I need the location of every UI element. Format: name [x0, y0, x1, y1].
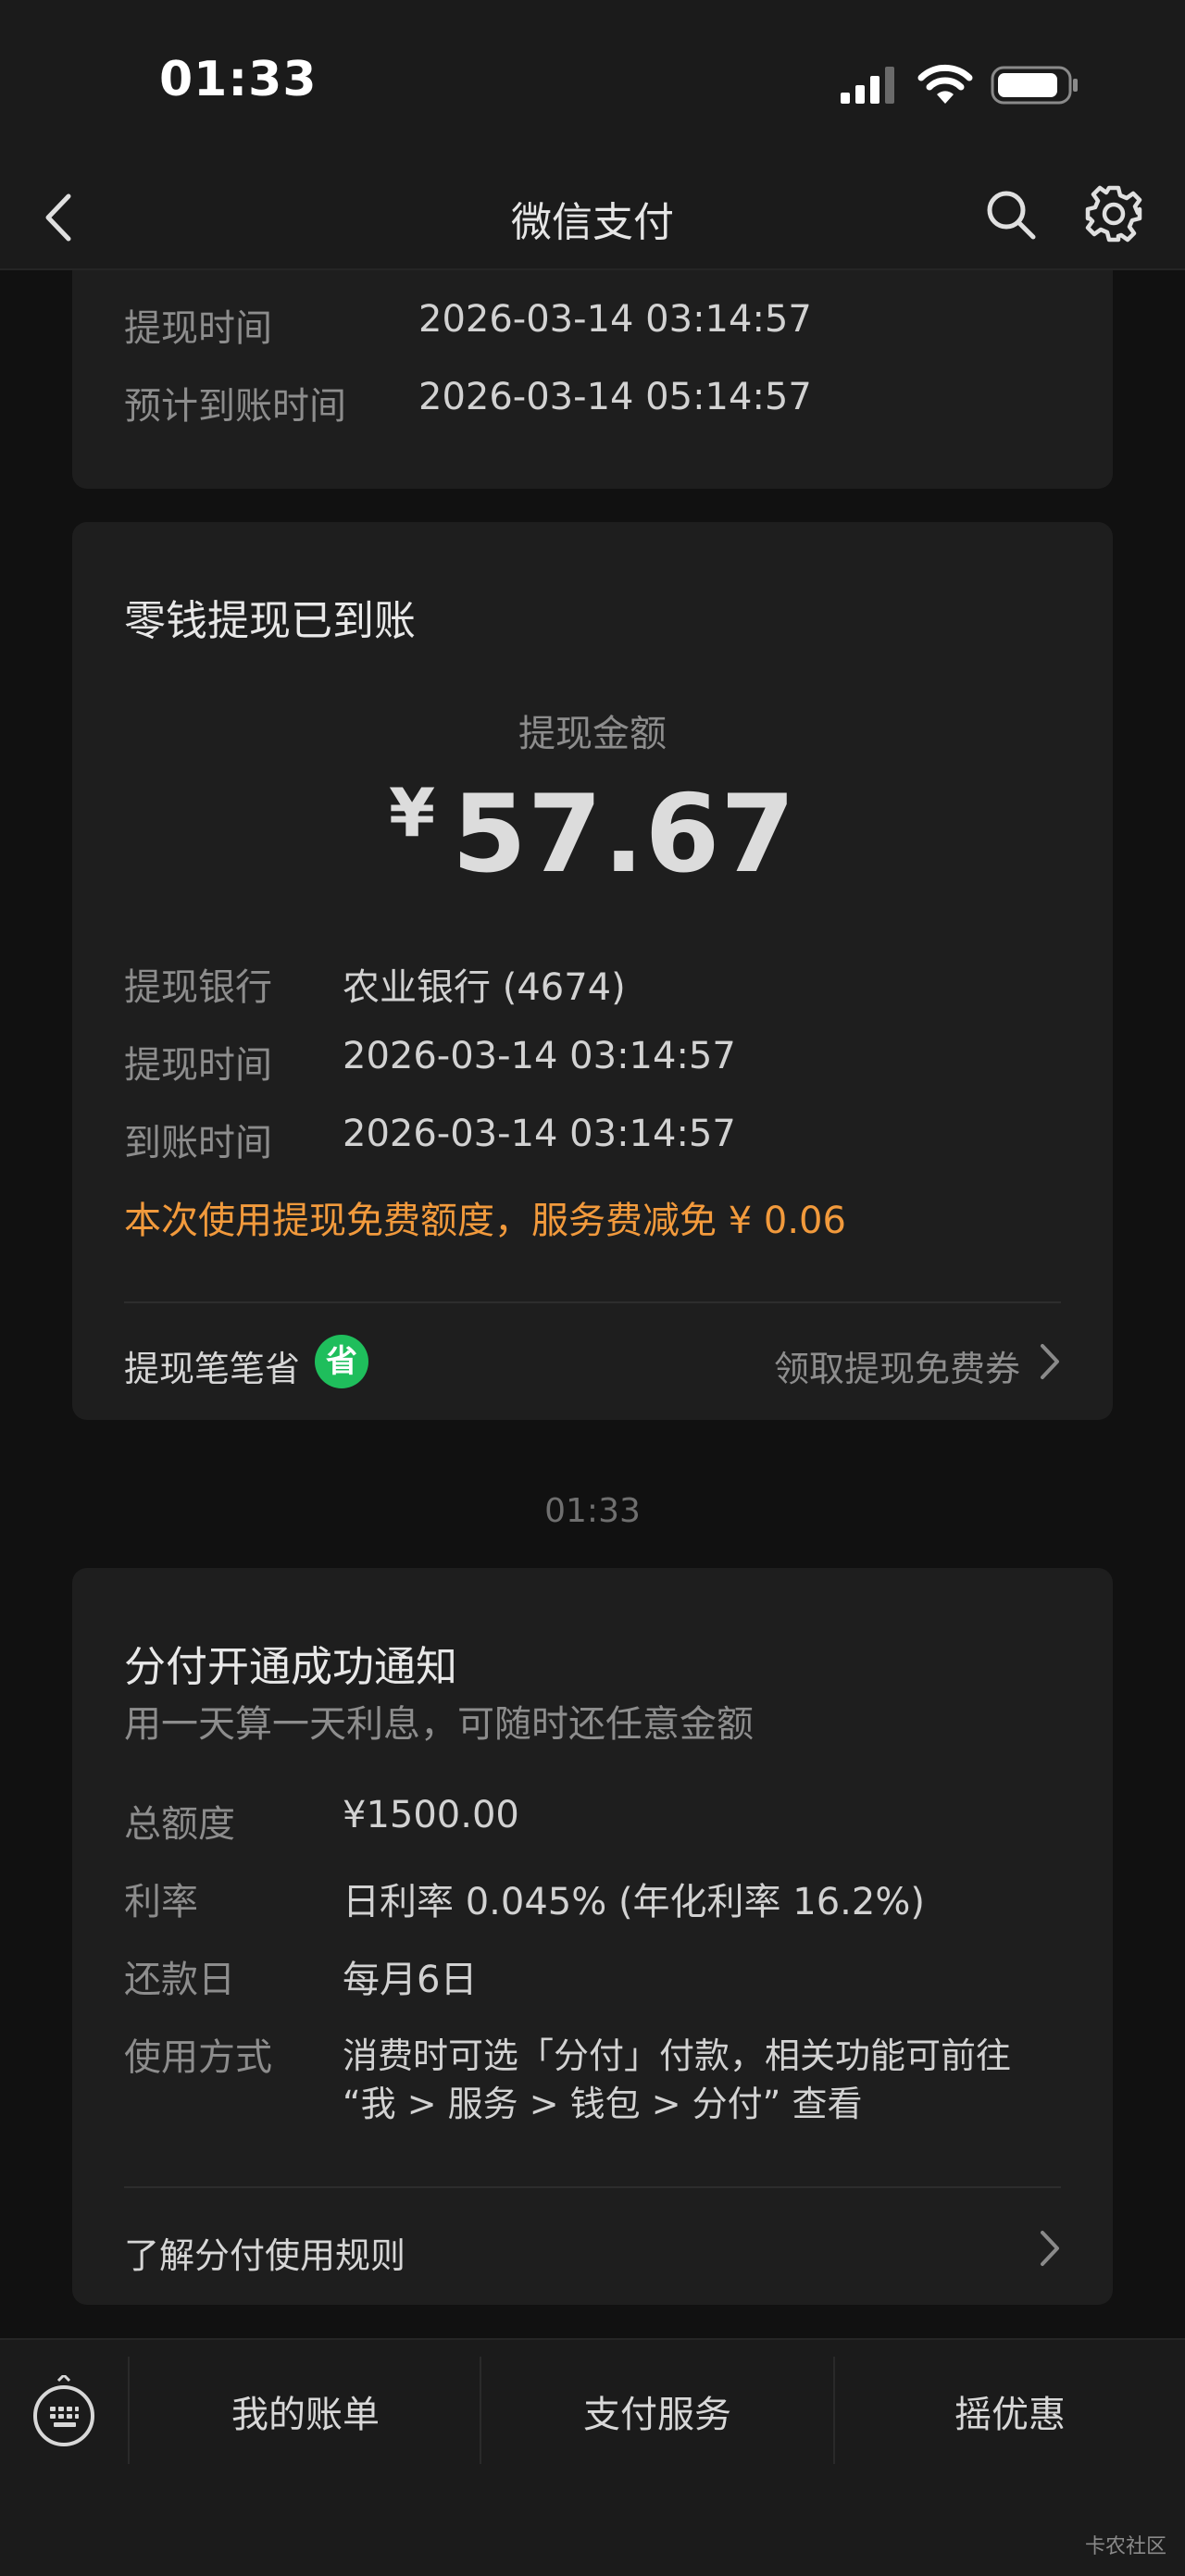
save-badge-icon: 省	[315, 1335, 368, 1388]
amount-value: 57.67	[452, 772, 797, 897]
expected-arrival-value: 2026-03-14 05:14:57	[418, 376, 812, 418]
withdraw-time-label: 提现时间	[124, 307, 272, 350]
keyboard-icon[interactable]	[31, 2375, 96, 2449]
usage-method-label: 使用方式	[124, 2036, 272, 2079]
gear-icon[interactable]	[1083, 183, 1144, 244]
my-bills-menu[interactable]: 我的账单	[130, 2384, 481, 2440]
bank-label: 提现银行	[124, 966, 272, 1009]
status-time: 01:33	[159, 52, 318, 107]
search-icon[interactable]	[983, 187, 1039, 243]
payment-services-menu[interactable]: 支付服务	[481, 2384, 833, 2440]
chevron-right-icon[interactable]	[1039, 2229, 1061, 2268]
battery-icon	[991, 66, 1078, 105]
withdraw-time-label: 提现时间	[124, 1044, 272, 1087]
currency-symbol: ¥	[388, 774, 436, 852]
navigation-bar: 微信支付	[0, 167, 1185, 270]
bank-value: 农业银行 (4674)	[343, 966, 626, 1009]
amount-label: 提现金额	[518, 713, 667, 755]
message-timestamp: 01:33	[544, 1492, 641, 1530]
interest-rate-value: 日利率 0.045% (年化利率 16.2%)	[343, 1881, 925, 1923]
repayment-day-label: 还款日	[124, 1959, 235, 2001]
withdraw-arrived-card[interactable]: 零钱提现已到账 提现金额 ¥57.67 提现银行 农业银行 (4674) 提现时…	[72, 522, 1113, 1420]
expected-arrival-label: 预计到账时间	[124, 385, 346, 428]
chevron-right-icon[interactable]	[1039, 1342, 1061, 1381]
watermark-text: 卡农社区	[1084, 2535, 1166, 2558]
previous-withdraw-card: 提现时间 2026-03-14 03:14:57 预计到账时间 2026-03-…	[72, 270, 1113, 489]
bottom-menu-bar: 我的账单 支付服务 摇优惠 卡农社区	[0, 2338, 1185, 2576]
interest-rate-label: 利率	[124, 1881, 198, 1923]
shake-offers-menu[interactable]: 摇优惠	[835, 2384, 1185, 2440]
fenfu-activation-card[interactable]: 分付开通成功通知 用一天算一天利息，可随时还任意金额 总额度 ¥1500.00 …	[72, 1568, 1113, 2305]
arrival-time-value: 2026-03-14 03:14:57	[343, 1113, 736, 1155]
withdraw-amount: ¥57.67	[72, 772, 1113, 897]
card-title: 零钱提现已到账	[124, 596, 417, 645]
total-limit-value: ¥1500.00	[343, 1794, 519, 1836]
total-limit-label: 总额度	[124, 1803, 235, 1846]
fee-waiver-notice: 本次使用提现免费额度，服务费减免 ¥ 0.06	[124, 1200, 846, 1242]
claim-coupon-link[interactable]: 领取提现免费券	[774, 1340, 1020, 1391]
card-title: 分付开通成功通知	[124, 1642, 458, 1691]
status-bar: 01:33	[0, 0, 1185, 167]
fenfu-rules-link[interactable]: 了解分付使用规则	[124, 2227, 405, 2278]
usage-method-line2: “我 > 服务 > 钱包 > 分付” 查看	[343, 2084, 863, 2124]
repayment-day-value: 每月6日	[343, 1959, 478, 2001]
cellular-signal-icon	[841, 67, 894, 104]
divider	[124, 2186, 1061, 2188]
usage-method-line1: 消费时可选「分付」付款，相关功能可前往	[343, 2035, 1012, 2076]
save-program-label[interactable]: 提现笔笔省	[124, 1340, 300, 1391]
arrival-time-label: 到账时间	[124, 1122, 272, 1164]
withdraw-time-value: 2026-03-14 03:14:57	[418, 298, 812, 341]
wifi-icon	[917, 64, 973, 104]
withdraw-time-value: 2026-03-14 03:14:57	[343, 1035, 736, 1077]
divider	[124, 1301, 1061, 1303]
card-subtitle: 用一天算一天利息，可随时还任意金额	[124, 1703, 754, 1746]
